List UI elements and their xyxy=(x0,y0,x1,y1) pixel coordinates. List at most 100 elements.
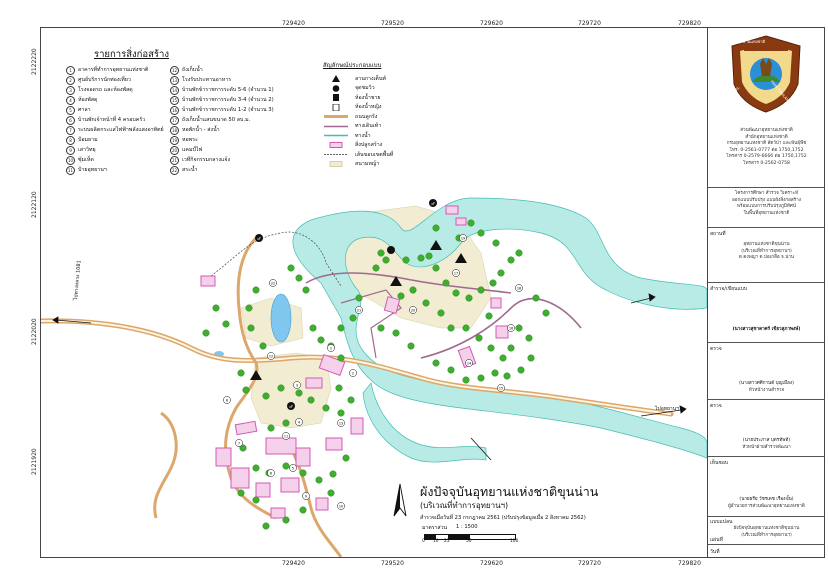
symbol-legend-item: ถนนลูกรัง xyxy=(323,112,393,122)
legend-item-number: 16 xyxy=(170,105,179,115)
logo-text-top: อุทยานแห่งชาติ xyxy=(738,39,766,44)
tree-icon xyxy=(467,219,475,227)
building-north-1 xyxy=(445,205,459,215)
tree-icon xyxy=(525,334,533,342)
tree-icon xyxy=(252,496,260,504)
legend-item: 22 สระน้ำ xyxy=(170,165,274,175)
surveyor-label: สำรวจ/เขียนแบบ xyxy=(710,286,748,292)
legend-item: 2 ศูนย์บริการนักท่องเที่ยว xyxy=(66,75,164,85)
tree-icon xyxy=(327,489,335,497)
symbol-legend-item: ทางน้ำ xyxy=(323,131,393,141)
tree-icon xyxy=(307,396,315,404)
map-number-label: 22 xyxy=(271,281,275,285)
symbol-legend-item: ห้องน้ำหญิง xyxy=(323,103,393,113)
boundary-line xyxy=(323,151,349,158)
site-line: ต.ดงพญา ต.บ่อเกลือ จ.น่าน xyxy=(738,255,795,260)
legend-item: 11 ป้ายอุทยานฯ xyxy=(66,165,164,175)
building-house-5 xyxy=(295,447,311,467)
legend-item-number: 15 xyxy=(170,95,179,105)
tree-icon xyxy=(532,294,540,302)
legend-item-number: 7 xyxy=(66,125,75,135)
legend-item-number: 19 xyxy=(170,135,179,145)
legend-item-label: โรงจอดรถ และห้องพัสดุ xyxy=(78,87,133,93)
map-number-label: 16 xyxy=(509,326,513,330)
top-tick-1: 729420 xyxy=(282,20,305,27)
legend-item-label: หอพักน้ำ - ส่งน้ำ xyxy=(182,127,220,133)
tree-icon xyxy=(262,392,270,400)
tree-icon xyxy=(477,374,485,382)
tree-icon xyxy=(542,309,550,317)
tree-icon xyxy=(489,279,497,287)
legend-item: 21 เวทีกิจกรรมกลางแจ้ง xyxy=(170,155,274,165)
symbol-legend-label: จุดชมวิว xyxy=(355,85,375,92)
legend-item-number: 21 xyxy=(170,155,179,165)
legend-item-label: แคมป์ไฟ xyxy=(182,147,203,153)
org-info: ส่วนพัฒนาอุทยานแห่งชาติ สำนักอุทยานแห่งชา… xyxy=(708,128,825,167)
tree-icon xyxy=(317,336,325,344)
panel-approve: เห็นชอบ (นายธรีย วัชรเดช เรืองฃั้น) ผู้อำ… xyxy=(708,457,825,517)
legend-item: 9 เสาวิทยุ xyxy=(66,145,164,155)
legend-item-label: เสาวิทยุ xyxy=(78,147,96,153)
tree-icon xyxy=(247,324,255,332)
tree-icon xyxy=(242,386,250,394)
symbol-legend: สัญลักษณ์ประกอบแบบ ลานกางเต็นท์ จุดชมวิวห… xyxy=(323,60,393,169)
tree-icon xyxy=(299,506,307,514)
symbol-legend-item: สิ่งปลูกสร้าง xyxy=(323,141,393,151)
tree-icon xyxy=(447,366,455,374)
tree-icon xyxy=(477,286,485,294)
tree-icon xyxy=(337,354,345,362)
tree-icon xyxy=(507,256,515,264)
symbol-legend-label: ห้องน้ำชาย xyxy=(355,94,381,101)
tree-icon xyxy=(282,462,290,470)
tree-icon xyxy=(335,384,343,392)
tree-icon xyxy=(277,384,285,392)
legend-col1: 1 อาคารที่ทำการอุทยานแห่งชาติ 2 ศูนย์บริการ… xyxy=(66,65,164,175)
tree-icon xyxy=(392,329,400,337)
map-number-label: 15 xyxy=(499,386,503,390)
tree-icon xyxy=(377,249,385,257)
bottom-tick-2: 729520 xyxy=(381,560,404,567)
panel-plan: แบบแปลน ผังปัจจุบันอุทยานแห่งชาติขุนน่าน… xyxy=(708,517,825,545)
road-label-east: ไปอุทยานฯ xyxy=(655,406,679,412)
building-south-2 xyxy=(315,497,329,511)
map-subtitle: (บริเวณที่ทำการอุทยานฯ) xyxy=(420,501,509,510)
map-number-label: 5 xyxy=(292,466,294,470)
tree-icon xyxy=(397,292,405,300)
symbol-legend-title: สัญลักษณ์ประกอบแบบ xyxy=(323,62,382,69)
legend-col2: 12 ถังเก็บน้ำ 13 โรงรับประทานอาหาร 14 บ้านพัก… xyxy=(170,65,274,175)
building-east-2 xyxy=(495,325,509,339)
legend-item-label: ห้องพัสดุ xyxy=(78,97,98,103)
tree-icon xyxy=(377,324,385,332)
legend-item: 18 หอพักน้ำ - ส่งน้ำ xyxy=(170,125,274,135)
tree-icon xyxy=(417,254,425,262)
org-line: โทรสาร 0-2562-0758 xyxy=(743,160,790,166)
tree-icon xyxy=(497,269,505,277)
symbol-legend-label: ทางน้ำ xyxy=(355,132,371,139)
scale-tick: 10 xyxy=(433,539,439,544)
tree-icon xyxy=(372,264,380,272)
tree-icon xyxy=(432,224,440,232)
map-number-label: 21 xyxy=(357,308,361,312)
map-number-label: 7 xyxy=(238,441,240,445)
building-house-6 xyxy=(325,437,343,451)
building-house-7 xyxy=(350,417,364,435)
tree-icon xyxy=(329,470,337,478)
tree-icon xyxy=(295,389,303,397)
restroom-glyph: ♂ xyxy=(257,236,261,241)
building-house-3 xyxy=(255,482,271,498)
panel-surveyor: สำรวจ/เขียนแบบ (นางสาวสุชาดาศร์ เขียวสุภ… xyxy=(708,283,825,343)
map-number-label: 20 xyxy=(411,308,415,312)
panel-project: โครงการศึกษา สำรวจ วิเคราะห์ ออกแบบปรับปร… xyxy=(708,188,825,228)
map-number-label: 3 xyxy=(296,383,298,387)
symbol-legend-item: ทางเดินเท้า xyxy=(323,122,393,132)
bottom-tick-4: 729720 xyxy=(578,560,601,567)
tree-icon xyxy=(499,354,507,362)
legend-item: 12 ถังเก็บน้ำ xyxy=(170,65,274,75)
tent-icon xyxy=(323,75,349,83)
check2-line: หัวหน้าฝ่ายสำรวจพัฒนา xyxy=(742,444,791,450)
symbol-legend-label: ห้องน้ำหญิง xyxy=(355,104,382,111)
map-number-label: 14 xyxy=(467,361,471,365)
site-label: สถานที่ xyxy=(710,231,726,237)
plan-line: (บริเวณที่ทำการอุทยานฯ) xyxy=(741,532,792,538)
legend-item-number: 1 xyxy=(66,65,75,75)
